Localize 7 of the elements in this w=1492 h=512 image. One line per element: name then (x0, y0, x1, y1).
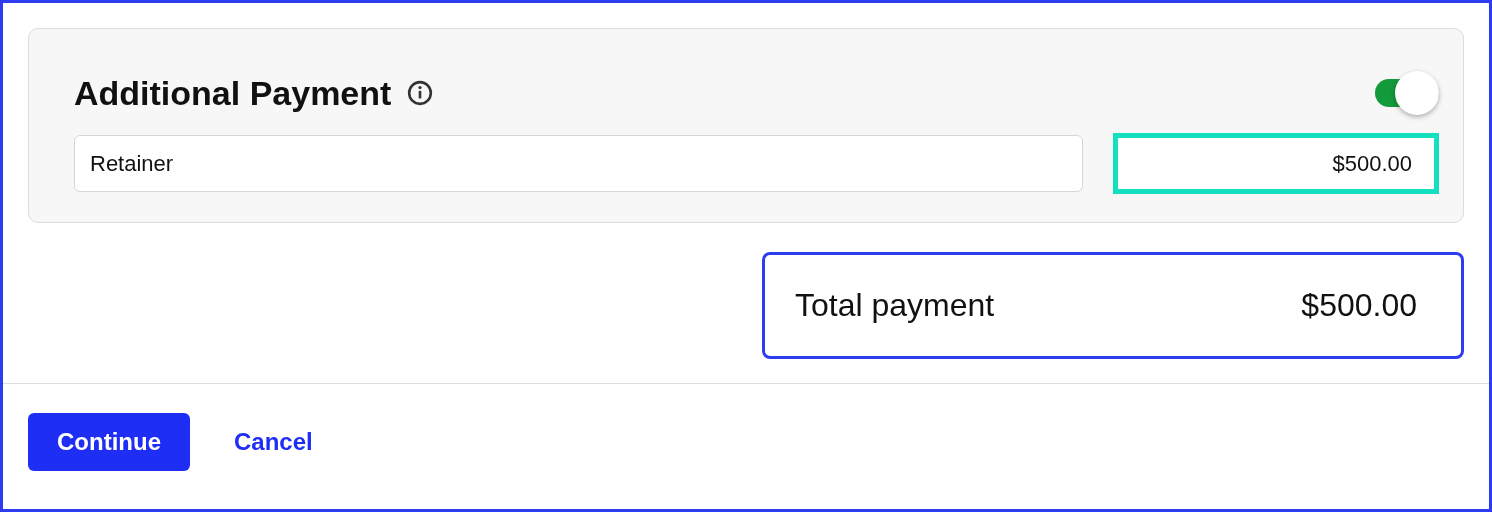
amount-field[interactable]: $500.00 (1113, 133, 1439, 194)
cancel-link[interactable]: Cancel (234, 428, 313, 456)
section-title: Additional Payment (74, 73, 392, 113)
description-field[interactable]: Retainer (74, 135, 1083, 192)
total-label: Total payment (795, 287, 995, 324)
total-amount: $500.00 (1301, 287, 1417, 324)
continue-button[interactable]: Continue (28, 413, 190, 471)
